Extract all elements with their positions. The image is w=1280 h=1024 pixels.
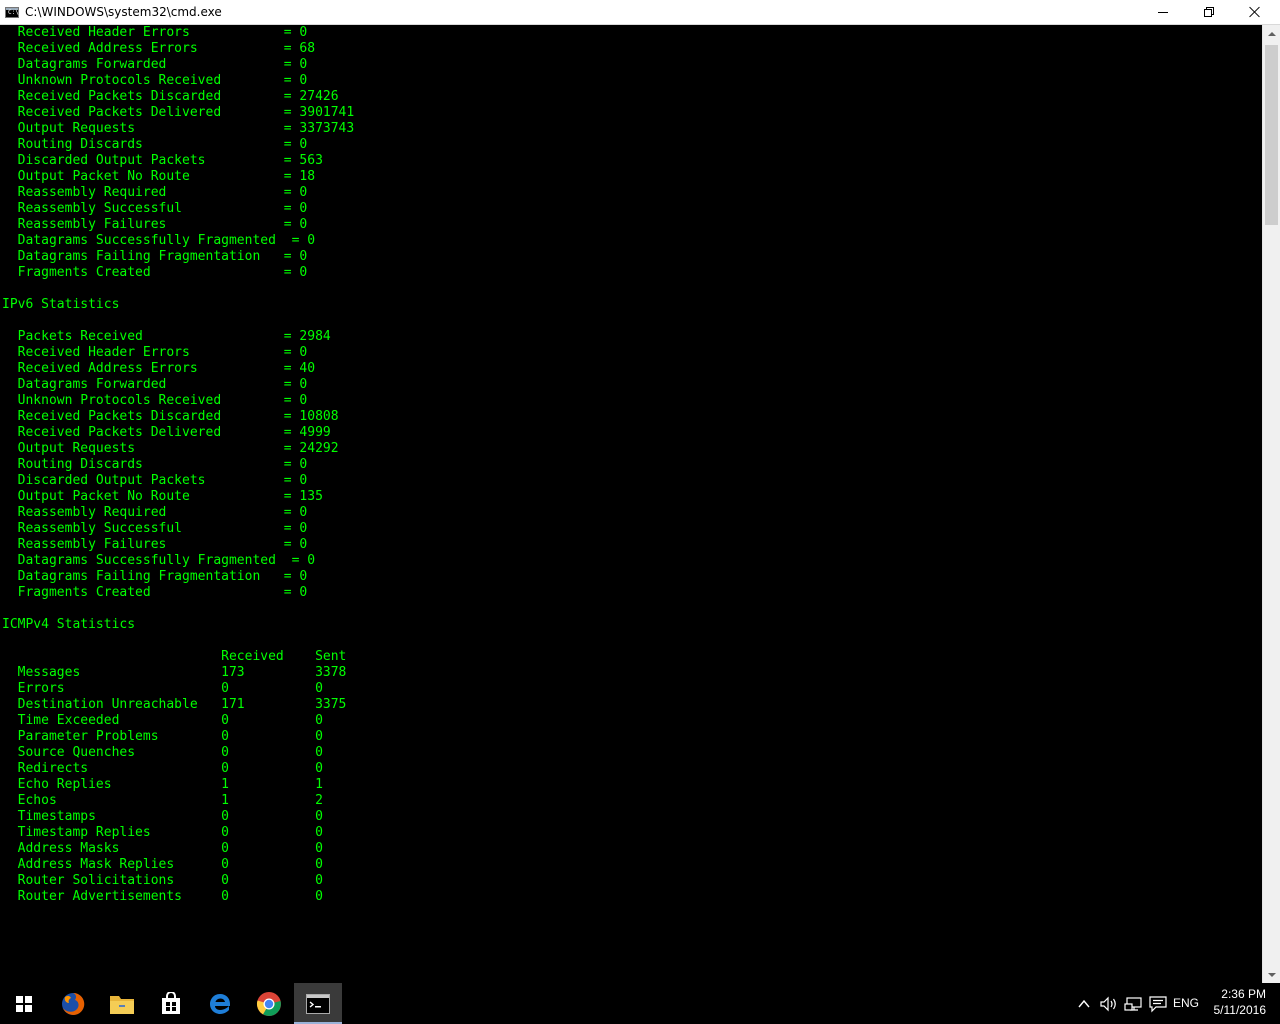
console-line: Received Packets Delivered = 3901741 (2, 105, 355, 120)
console-line: Reassembly Failures = 0 (2, 537, 308, 552)
minimize-button[interactable] (1140, 0, 1186, 24)
console-line: Unknown Protocols Received = 0 (2, 73, 308, 88)
console-line: Discarded Output Packets = 563 (2, 153, 323, 168)
console-line: Echo Replies 1 1 (2, 777, 323, 792)
console-line: Timestamp Replies 0 0 (2, 825, 323, 840)
scrollbar-thumb[interactable] (1265, 45, 1278, 225)
console-line: Received Address Errors = 68 (2, 41, 316, 56)
console-output-area[interactable]: Received Header Errors = 0 Received Addr… (0, 25, 1262, 983)
console-line: Reassembly Successful = 0 (2, 521, 308, 536)
cmd-taskbar-item[interactable] (294, 983, 342, 1024)
cmd-icon (306, 993, 330, 1014)
close-icon (1249, 6, 1261, 18)
console-line: Router Solicitations 0 0 (2, 873, 323, 888)
title-bar: C:\ C:\WINDOWS\system32\cmd.exe (0, 0, 1280, 25)
start-button[interactable] (0, 983, 48, 1024)
clock-time[interactable]: 2:36 PM (1200, 987, 1266, 1002)
console-line: Discarded Output Packets = 0 (2, 473, 308, 488)
console-line: Output Packet No Route = 18 (2, 169, 316, 184)
taskbar: ENG 2:36 PM 5/11/2016 (0, 983, 1280, 1024)
console-line: Fragments Created = 0 (2, 585, 308, 600)
folder-icon (110, 995, 134, 1014)
arrow-up-icon (1267, 31, 1276, 36)
console-line: Datagrams Forwarded = 0 (2, 377, 308, 392)
console-line: Received Packets Delivered = 4999 (2, 425, 331, 440)
console-line: Router Advertisements 0 0 (2, 889, 323, 904)
console-text: Received Header Errors = 0 Received Addr… (2, 25, 354, 905)
console-line: Source Quenches 0 0 (2, 745, 323, 760)
console-line: IPv6 Statistics (2, 297, 120, 312)
console-line: Received Sent (2, 649, 347, 664)
console-line: Unknown Protocols Received = 0 (2, 393, 308, 408)
network-icon (1124, 997, 1142, 1011)
console-line: Received Address Errors = 40 (2, 361, 316, 376)
firefox-taskbar-item[interactable] (49, 983, 97, 1024)
action-center-button[interactable] (1148, 995, 1168, 1013)
scroll-down-button[interactable] (1263, 966, 1280, 983)
vertical-scrollbar[interactable] (1262, 25, 1280, 983)
restore-button[interactable] (1186, 0, 1232, 24)
console-line: Received Packets Discarded = 27426 (2, 89, 339, 104)
console-line: Address Mask Replies 0 0 (2, 857, 323, 872)
restore-icon (1204, 7, 1214, 17)
console-line: Parameter Problems 0 0 (2, 729, 323, 744)
minimize-icon (1158, 11, 1168, 13)
windows-logo-icon (16, 995, 32, 1012)
console-line: Output Packet No Route = 135 (2, 489, 323, 504)
console-line: Redirects 0 0 (2, 761, 323, 776)
notification-icon (1149, 996, 1167, 1013)
console-line: Received Header Errors = 0 (2, 345, 308, 360)
console-line: Address Masks 0 0 (2, 841, 323, 856)
chrome-icon (256, 991, 281, 1016)
console-line: Packets Received = 2984 (2, 329, 331, 344)
firefox-icon (62, 992, 85, 1015)
close-button[interactable] (1232, 0, 1278, 24)
console-line: Fragments Created = 0 (2, 265, 308, 280)
console-line: Errors 0 0 (2, 681, 323, 696)
console-line: Echos 1 2 (2, 793, 323, 808)
cmd-app-icon[interactable]: C:\ (5, 7, 19, 18)
console-line: Messages 173 3378 (2, 665, 347, 680)
speaker-icon (1100, 996, 1116, 1012)
console-line: Datagrams Failing Fragmentation = 0 (2, 569, 308, 584)
arrow-down-icon (1267, 972, 1276, 977)
edge-taskbar-item[interactable] (196, 983, 244, 1024)
file-explorer-taskbar-item[interactable] (98, 983, 146, 1024)
console-line: Routing Discards = 0 (2, 457, 308, 472)
console-line: Datagrams Successfully Fragmented = 0 (2, 233, 316, 248)
console-line: Datagrams Successfully Fragmented = 0 (2, 553, 316, 568)
store-taskbar-item[interactable] (147, 983, 195, 1024)
console-line: Reassembly Required = 0 (2, 505, 308, 520)
console-line: Output Requests = 3373743 (2, 121, 355, 136)
clock-date[interactable]: 5/11/2016 (1200, 1003, 1267, 1018)
console-line: Datagrams Failing Fragmentation = 0 (2, 249, 308, 264)
show-hidden-icons-button[interactable] (1076, 995, 1092, 1013)
console-line: Reassembly Required = 0 (2, 185, 308, 200)
input-language-indicator[interactable]: ENG (1168, 996, 1204, 1011)
console-line: Time Exceeded 0 0 (2, 713, 323, 728)
scroll-up-button[interactable] (1263, 25, 1280, 42)
edge-icon (210, 993, 230, 1014)
console-line: Timestamps 0 0 (2, 809, 323, 824)
chevron-up-icon (1078, 999, 1090, 1008)
cmd-app-icon-label: C:\ (8, 9, 19, 16)
console-line: Reassembly Successful = 0 (2, 201, 308, 216)
console-line: Destination Unreachable 171 3375 (2, 697, 347, 712)
console-line: Received Header Errors = 0 (2, 25, 308, 40)
console-line: Reassembly Failures = 0 (2, 217, 308, 232)
chrome-taskbar-item[interactable] (245, 983, 293, 1024)
network-button[interactable] (1124, 995, 1144, 1013)
console-line: Output Requests = 24292 (2, 441, 339, 456)
window-title: C:\WINDOWS\system32\cmd.exe (25, 5, 222, 19)
console-line: Received Packets Discarded = 10808 (2, 409, 339, 424)
console-line: Datagrams Forwarded = 0 (2, 57, 308, 72)
store-bag-icon (162, 991, 180, 1014)
console-line: Routing Discards = 0 (2, 137, 308, 152)
console-line: ICMPv4 Statistics (2, 617, 136, 632)
volume-button[interactable] (1099, 995, 1119, 1013)
